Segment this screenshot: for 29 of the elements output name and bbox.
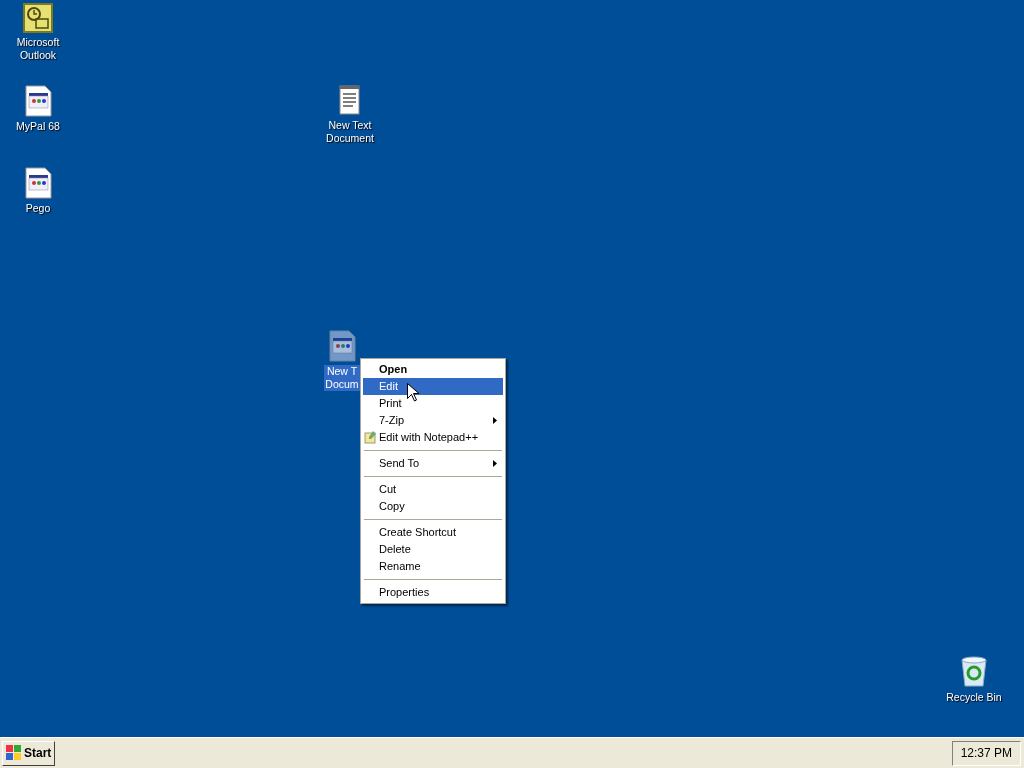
submenu-arrow-icon (493, 460, 497, 467)
mouse-pointer-icon (407, 383, 419, 402)
menu-item[interactable]: Print (363, 395, 503, 412)
icon-label[interactable]: New Text Document (325, 119, 375, 145)
recycle-bin-icon (959, 656, 989, 688)
menu-item[interactable]: Copy (363, 498, 503, 515)
menu-item[interactable]: Edit with Notepad++ (363, 429, 503, 446)
icon-label[interactable]: Pego (24, 202, 52, 215)
menu-item[interactable]: Delete (363, 541, 503, 558)
menu-item[interactable]: Open (363, 361, 503, 378)
menu-item[interactable]: 7-Zip (363, 412, 503, 429)
icon-label[interactable]: Microsoft Outlook (15, 36, 61, 62)
menu-item[interactable]: Create Shortcut (363, 524, 503, 541)
notepad-icon (364, 431, 377, 444)
clock: 12:37 PM (951, 740, 1021, 766)
notepad-icon (337, 84, 363, 116)
menu-item[interactable]: Send To (363, 455, 503, 472)
icon-label[interactable]: MyPal 68 (15, 120, 61, 133)
start-button[interactable]: Start (2, 740, 56, 766)
submenu-arrow-icon (493, 417, 497, 424)
icon-label[interactable]: New T Docum (324, 365, 360, 391)
clock-envelope-icon (23, 3, 53, 33)
menu-item[interactable]: Properties (363, 584, 503, 601)
app-window-icon (23, 167, 53, 199)
menu-item[interactable]: Rename (363, 558, 503, 575)
icon-label[interactable]: Recycle Bin (945, 691, 1003, 704)
menu-item[interactable]: Cut (363, 481, 503, 498)
app-window-icon (23, 85, 53, 117)
windows-logo-icon (6, 745, 22, 761)
